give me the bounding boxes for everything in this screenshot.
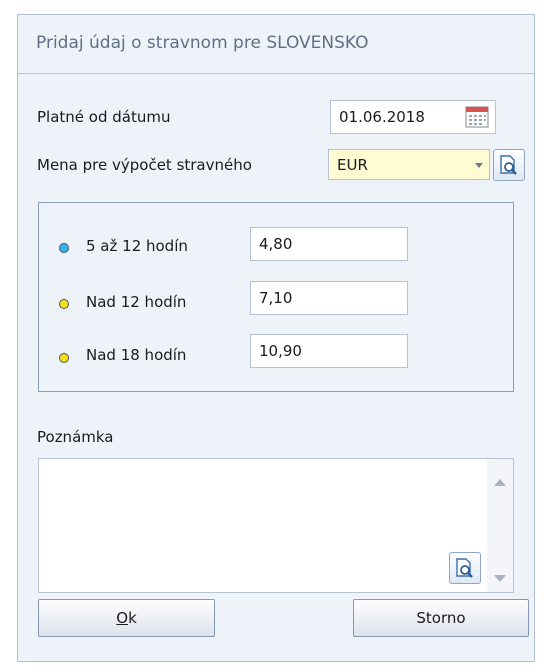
note-textarea[interactable] xyxy=(38,458,514,593)
currency-value: EUR xyxy=(337,155,368,174)
rate-value-over-18: 10,90 xyxy=(259,342,302,360)
valid-from-date-input[interactable]: 01.06.2018 xyxy=(330,100,496,134)
cancel-button[interactable]: Storno xyxy=(353,599,529,637)
rate-input-over-12[interactable]: 7,10 xyxy=(250,281,408,315)
dialog-titlebar: Pridaj údaj o stravnom pre SLOVENSKO xyxy=(18,15,534,74)
rate-value-over-12: 7,10 xyxy=(259,289,293,307)
valid-from-value: 01.06.2018 xyxy=(339,108,425,126)
note-lookup-button[interactable] xyxy=(449,552,481,584)
rate-indicator-dot xyxy=(59,243,69,253)
currency-label: Mena pre výpočet stravného xyxy=(37,156,252,174)
ok-button-label: k xyxy=(128,609,137,627)
rate-indicator-dot xyxy=(59,353,69,363)
rate-input-over-18[interactable]: 10,90 xyxy=(250,334,408,368)
note-scrollbar[interactable] xyxy=(487,459,513,592)
scroll-up-arrow[interactable] xyxy=(494,479,506,486)
magnifier-document-icon xyxy=(500,155,517,175)
ok-button-accel: O xyxy=(116,609,129,627)
calendar-icon[interactable] xyxy=(465,106,489,128)
ok-button[interactable]: Ok xyxy=(38,599,215,637)
stravne-dialog: Pridaj údaj o stravnom pre SLOVENSKO Pla… xyxy=(17,14,535,662)
rate-label-5-12: 5 až 12 hodín xyxy=(86,237,188,255)
valid-from-label: Platné od dátumu xyxy=(37,108,171,126)
rate-label-over-18: Nad 18 hodín xyxy=(86,346,187,364)
rate-indicator-dot xyxy=(59,299,69,309)
rate-label-over-12: Nad 12 hodín xyxy=(86,293,187,311)
magnifier-document-icon xyxy=(456,558,473,578)
currency-select[interactable]: EUR xyxy=(328,149,490,180)
dialog-title: Pridaj údaj o stravnom pre SLOVENSKO xyxy=(36,33,369,53)
scroll-down-arrow[interactable] xyxy=(494,575,506,582)
currency-lookup-button[interactable] xyxy=(493,149,525,181)
note-label: Poznámka xyxy=(37,428,114,446)
chevron-down-icon[interactable] xyxy=(475,163,483,168)
rates-group: 5 až 12 hodín 4,80 Nad 12 hodín 7,10 Nad… xyxy=(38,202,514,392)
rate-value-5-12: 4,80 xyxy=(259,235,293,253)
rate-input-5-12[interactable]: 4,80 xyxy=(250,227,408,261)
